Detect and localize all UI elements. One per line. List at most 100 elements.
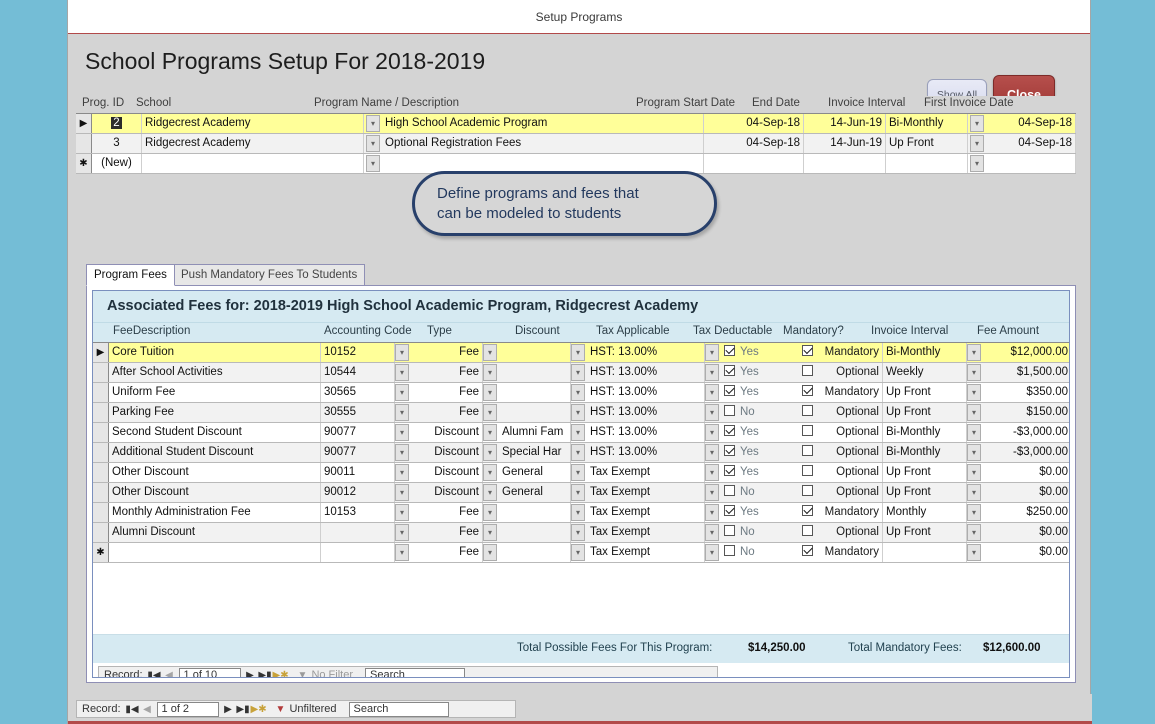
chevron-down-icon[interactable]: ▾ [571, 424, 585, 441]
chevron-down-icon[interactable]: ▾ [705, 444, 719, 461]
chevron-down-icon[interactable]: ▾ [366, 115, 380, 132]
chevron-down-icon[interactable]: ▾ [395, 384, 409, 401]
cell-mandatory[interactable]: Optional [799, 363, 883, 382]
cell-invoice-interval[interactable]: Up Front [886, 134, 968, 153]
chevron-down-icon[interactable]: ▾ [483, 504, 497, 521]
cell-accounting-code[interactable]: 30565 [321, 383, 395, 402]
fee-table-row[interactable]: Other Discount 90012 ▾ Discount ▾ General ▾ Tax… [93, 483, 1069, 503]
subform-record-position[interactable]: 1 of 10 [178, 667, 241, 677]
cell-fee-description[interactable]: After School Activities [109, 363, 321, 382]
cell-type[interactable]: Fee [411, 543, 483, 562]
cell-tax-applicable[interactable]: HST: 13.00% [587, 403, 705, 422]
cell-invoice-interval[interactable]: Up Front [883, 463, 967, 482]
tax-deductable-checkbox[interactable] [724, 505, 735, 516]
cell-discount[interactable] [499, 523, 571, 542]
chevron-down-icon[interactable]: ▾ [483, 444, 497, 461]
cell-fee-amount[interactable]: $1,500.00 [983, 363, 1069, 382]
cell-invoice-interval[interactable]: Bi-Monthly [883, 443, 967, 462]
new-record-button[interactable]: ▶✱ [251, 704, 267, 715]
cell-invoice-interval[interactable]: Up Front [883, 523, 967, 542]
chevron-down-icon[interactable]: ▾ [967, 424, 981, 441]
cell-discount[interactable]: Special Har [499, 443, 571, 462]
cell-discount[interactable]: General [499, 483, 571, 502]
chevron-down-icon[interactable]: ▾ [970, 115, 984, 132]
cell-type[interactable]: Fee [411, 383, 483, 402]
cell-invoice-interval[interactable] [883, 543, 967, 562]
row-selector[interactable] [93, 523, 109, 542]
tax-deductable-checkbox[interactable] [724, 445, 735, 456]
cell-tax-deductable[interactable]: Yes [721, 463, 799, 482]
cell-type[interactable]: Discount [411, 443, 483, 462]
cell-invoice-interval[interactable]: Weekly [883, 363, 967, 382]
chevron-down-icon[interactable]: ▾ [395, 524, 409, 541]
cell-fee-amount[interactable]: -$3,000.00 [983, 423, 1069, 442]
fee-table-row[interactable]: Other Discount 90011 ▾ Discount ▾ General ▾ Tax… [93, 463, 1069, 483]
chevron-down-icon[interactable]: ▾ [483, 464, 497, 481]
cell-accounting-code[interactable]: 10152 [321, 343, 395, 362]
cell-fee-description[interactable]: Core Tuition [109, 343, 321, 362]
cell-fee-description[interactable]: Alumni Discount [109, 523, 321, 542]
cell-fee-description[interactable]: Second Student Discount [109, 423, 321, 442]
row-selector[interactable] [93, 483, 109, 502]
chevron-down-icon[interactable]: ▾ [395, 484, 409, 501]
chevron-down-icon[interactable]: ▾ [483, 544, 497, 561]
new-record-asterisk-icon[interactable]: ✱ [93, 543, 109, 562]
cell-fee-description[interactable]: Parking Fee [109, 403, 321, 422]
cell-tax-applicable[interactable]: HST: 13.00% [587, 343, 705, 362]
cell-tax-applicable[interactable]: Tax Exempt [587, 483, 705, 502]
table-row[interactable]: ▶ 2 Ridgecrest Academy ▾ High School Aca… [76, 114, 1076, 134]
cell-fee-description[interactable] [109, 543, 321, 562]
chevron-down-icon[interactable]: ▾ [395, 364, 409, 381]
chevron-down-icon[interactable]: ▾ [483, 424, 497, 441]
cell-fee-amount[interactable]: $12,000.00 [983, 343, 1069, 362]
cell-type[interactable]: Fee [411, 403, 483, 422]
cell-type[interactable]: Fee [411, 523, 483, 542]
chevron-down-icon[interactable]: ▾ [395, 344, 409, 361]
cell-discount[interactable] [499, 403, 571, 422]
cell-accounting-code[interactable]: 10153 [321, 503, 395, 522]
cell-mandatory[interactable]: Optional [799, 403, 883, 422]
cell-tax-deductable[interactable]: Yes [721, 423, 799, 442]
row-selector-current-icon[interactable]: ▶ [93, 343, 109, 362]
cell-fee-amount[interactable]: $350.00 [983, 383, 1069, 402]
chevron-down-icon[interactable]: ▾ [571, 384, 585, 401]
chevron-down-icon[interactable]: ▾ [967, 444, 981, 461]
cell-program-start[interactable]: 04-Sep-18 [704, 134, 804, 153]
row-selector[interactable] [93, 403, 109, 422]
cell-invoice-interval[interactable]: Bi-Monthly [883, 423, 967, 442]
cell-tax-deductable[interactable]: Yes [721, 443, 799, 462]
chevron-down-icon[interactable]: ▾ [395, 504, 409, 521]
cell-tax-applicable[interactable]: HST: 13.00% [587, 443, 705, 462]
cell-school[interactable]: Ridgecrest Academy [142, 114, 364, 133]
chevron-down-icon[interactable]: ▾ [705, 464, 719, 481]
mandatory-checkbox[interactable] [802, 525, 813, 536]
chevron-down-icon[interactable]: ▾ [366, 135, 380, 152]
mandatory-checkbox[interactable] [802, 405, 813, 416]
row-selector[interactable] [93, 443, 109, 462]
cell-type[interactable]: Discount [411, 483, 483, 502]
fee-table-row[interactable]: Alumni Discount ▾ Fee ▾ ▾ Tax Exempt ▾ No Option… [93, 523, 1069, 543]
cell-mandatory[interactable]: Optional [799, 523, 883, 542]
form-search-input[interactable]: Search [348, 701, 449, 717]
cell-prog-id[interactable]: 3 [92, 134, 142, 153]
previous-record-button[interactable]: ◀ [140, 704, 155, 715]
tab-program-fees[interactable]: Program Fees [86, 264, 175, 286]
mandatory-checkbox[interactable] [802, 505, 813, 516]
next-record-button[interactable]: ▶ [243, 670, 258, 678]
cell-tax-deductable[interactable]: Yes [721, 503, 799, 522]
cell-accounting-code[interactable]: 10544 [321, 363, 395, 382]
cell-accounting-code[interactable]: 30555 [321, 403, 395, 422]
chevron-down-icon[interactable]: ▾ [705, 544, 719, 561]
chevron-down-icon[interactable]: ▾ [571, 344, 585, 361]
cell-invoice-interval[interactable]: Monthly [883, 503, 967, 522]
cell-end-date[interactable]: 14-Jun-19 [804, 134, 886, 153]
row-selector-current-icon[interactable]: ▶ [76, 114, 92, 133]
fee-table-row[interactable]: After School Activities 10544 ▾ Fee ▾ ▾ HST: 1… [93, 363, 1069, 383]
cell-discount[interactable] [499, 543, 571, 562]
new-record-button[interactable]: ▶✱ [273, 670, 289, 678]
cell-school[interactable]: Ridgecrest Academy [142, 134, 364, 153]
cell-fee-amount[interactable]: $0.00 [983, 463, 1069, 482]
row-selector[interactable] [76, 134, 92, 153]
cell-fee-description[interactable]: Monthly Administration Fee [109, 503, 321, 522]
fee-table-row[interactable]: Second Student Discount 90077 ▾ Discount ▾ Al… [93, 423, 1069, 443]
